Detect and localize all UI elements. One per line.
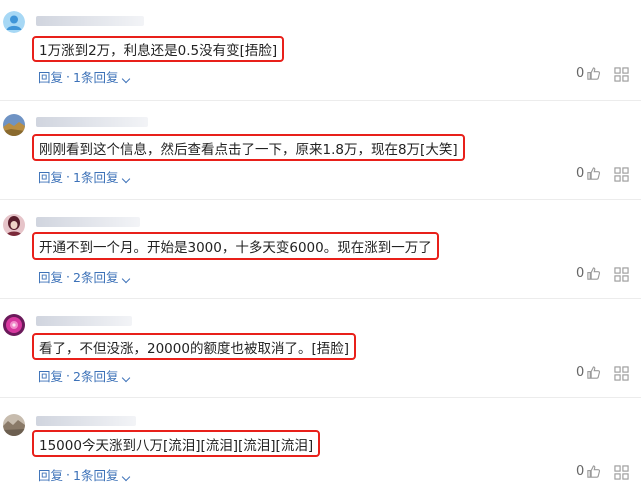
comment-meta: 回复 · 2条回复 [38, 267, 131, 286]
avatar[interactable] [3, 114, 25, 136]
replies-count: 1条回复 [73, 170, 119, 185]
meta-separator: · [66, 169, 70, 184]
thumbs-up-icon [587, 267, 601, 280]
comment-meta: 回复 · 1条回复 [38, 67, 131, 86]
like-count: 0 [576, 66, 585, 81]
reply-button[interactable]: 回复 [38, 67, 63, 86]
username-blurred[interactable] [36, 416, 136, 426]
chevron-down-icon [122, 174, 131, 184]
grid-menu-icon[interactable] [614, 465, 629, 480]
meta-separator: · [66, 467, 70, 482]
expand-replies-button[interactable]: 1条回复 [73, 465, 131, 484]
comment-item: 刚刚看到这个信息，然后查看点击了一下，原来1.8万，现在8万[大笑] 回复 · … [0, 100, 641, 200]
chevron-down-icon [122, 373, 131, 383]
replies-count: 2条回复 [73, 369, 119, 384]
chevron-down-icon [122, 472, 131, 482]
meta-separator: · [66, 368, 70, 383]
expand-replies-button[interactable]: 1条回复 [73, 167, 131, 186]
like-button[interactable]: 0 [576, 166, 601, 181]
chevron-down-icon [122, 74, 131, 84]
grid-menu-icon[interactable] [614, 267, 629, 282]
comment-item: 15000今天涨到八万[流泪][流泪][流泪][流泪] 回复 · 1条回复 0 [0, 397, 641, 484]
thumbs-up-icon [587, 67, 601, 80]
meta-separator: · [66, 269, 70, 284]
like-button[interactable]: 0 [576, 66, 601, 81]
default-user-icon [3, 11, 25, 33]
username-blurred[interactable] [36, 16, 144, 26]
like-count: 0 [576, 166, 585, 181]
username-blurred[interactable] [36, 117, 148, 127]
comment-text: 开通不到一个月。开始是3000，十多天变6000。现在涨到一万了 [32, 232, 439, 260]
thumbs-up-icon [587, 465, 601, 478]
reply-button[interactable]: 回复 [38, 267, 63, 286]
comment-text: 刚刚看到这个信息，然后查看点击了一下，原来1.8万，现在8万[大笑] [32, 134, 465, 161]
comment-meta: 回复 · 1条回复 [38, 167, 131, 186]
expand-replies-button[interactable]: 2条回复 [73, 267, 131, 286]
landscape-photo-icon [3, 114, 25, 136]
avatar[interactable] [3, 214, 25, 236]
like-count: 0 [576, 266, 585, 281]
meta-separator: · [66, 69, 70, 84]
thumbs-up-icon [587, 167, 601, 180]
username-blurred[interactable] [36, 217, 140, 227]
comment-meta: 回复 · 2条回复 [38, 366, 131, 385]
comment-text: 1万涨到2万，利息还是0.5没有变[捂脸] [32, 36, 285, 62]
portrait-photo-icon [3, 214, 25, 236]
comment-list: 1万涨到2万，利息还是0.5没有变[捂脸] 回复 · 1条回复 0 刚刚看到这个… [0, 0, 641, 484]
comment-item: 开通不到一个月。开始是3000，十多天变6000。现在涨到一万了 回复 · 2条… [0, 199, 641, 299]
replies-count: 1条回复 [73, 468, 119, 483]
comment-text: 看了，不但没涨，20000的额度也被取消了。[捂脸] [32, 333, 356, 360]
grid-menu-icon[interactable] [614, 67, 629, 82]
flower-photo-icon [3, 314, 25, 336]
reply-button[interactable]: 回复 [38, 366, 63, 385]
thumbs-up-icon [587, 366, 601, 379]
like-button[interactable]: 0 [576, 266, 601, 281]
grid-menu-icon[interactable] [614, 167, 629, 182]
grid-menu-icon[interactable] [614, 366, 629, 381]
replies-count: 1条回复 [73, 70, 119, 85]
chevron-down-icon [122, 274, 131, 284]
avatar[interactable] [3, 11, 25, 33]
avatar[interactable] [3, 314, 25, 336]
like-button[interactable]: 0 [576, 464, 601, 479]
reply-button[interactable]: 回复 [38, 167, 63, 186]
comment-text: 15000今天涨到八万[流泪][流泪][流泪][流泪] [32, 430, 321, 457]
reply-button[interactable]: 回复 [38, 465, 63, 484]
like-count: 0 [576, 464, 585, 479]
comment-item: 看了，不但没涨，20000的额度也被取消了。[捂脸] 回复 · 2条回复 0 [0, 298, 641, 398]
avatar[interactable] [3, 414, 25, 436]
replies-count: 2条回复 [73, 270, 119, 285]
comment-meta: 回复 · 1条回复 [38, 465, 131, 484]
like-count: 0 [576, 365, 585, 380]
scenery-photo-icon [3, 414, 25, 436]
expand-replies-button[interactable]: 1条回复 [73, 67, 131, 86]
username-blurred[interactable] [36, 316, 132, 326]
like-button[interactable]: 0 [576, 365, 601, 380]
expand-replies-button[interactable]: 2条回复 [73, 366, 131, 385]
comment-item: 1万涨到2万，利息还是0.5没有变[捂脸] 回复 · 1条回复 0 [0, 0, 641, 100]
